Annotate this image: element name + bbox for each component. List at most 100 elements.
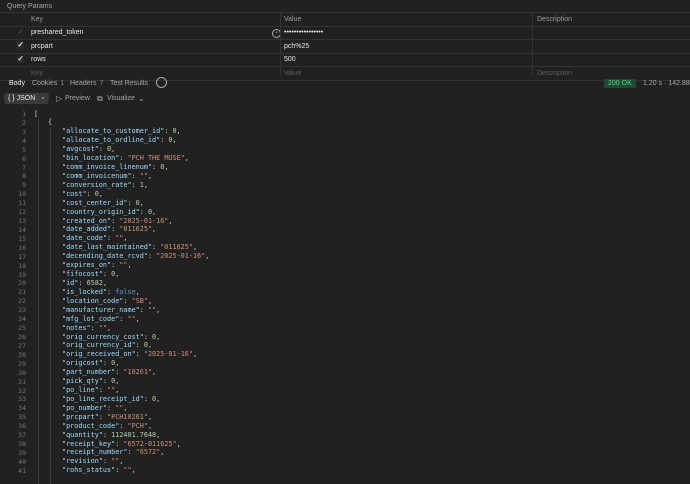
history-icon[interactable] — [156, 77, 167, 88]
json-value: "2025-01-16" — [143, 350, 193, 359]
json-key: "origcost" — [62, 359, 103, 368]
new-key-input[interactable]: Key — [31, 70, 271, 77]
param-key[interactable]: prcpart — [31, 43, 271, 50]
format-dropdown[interactable]: { } JSON ⌄ — [4, 93, 49, 104]
json-value: "" — [123, 466, 132, 475]
line-number: 11 — [18, 199, 26, 208]
json-line: "date_last_maintained": "011625", — [62, 243, 198, 252]
indent-guide — [50, 128, 51, 484]
json-key: "allocate_to_customer_id" — [62, 127, 165, 136]
play-icon: ▷ — [56, 94, 63, 103]
tab-headers[interactable]: Headers 7 — [70, 80, 103, 87]
json-value: 0 — [111, 270, 116, 279]
json-key: "receipt_key" — [62, 439, 116, 448]
json-value: 0 — [107, 145, 112, 154]
json-key: "revision" — [62, 457, 103, 466]
json-line: { — [48, 118, 53, 127]
preview-button[interactable]: Preview — [65, 95, 90, 102]
json-value: "6572-011625" — [123, 439, 177, 448]
param-checkbox-rows[interactable] — [17, 54, 24, 63]
json-line: "id": 6582, — [62, 278, 108, 287]
json-line: "orig_currency_id": 0, — [62, 341, 153, 350]
json-key: "date_code" — [62, 234, 108, 243]
param-row-prcpart[interactable]: prcpart pch%25 — [0, 39, 690, 53]
line-number: 19 — [18, 270, 26, 279]
response-tabs: Body Cookies 1 Headers 7 Test Results 200 … — [0, 77, 690, 89]
param-checkbox-preshared-token[interactable] — [17, 27, 24, 36]
line-number: 17 — [18, 252, 26, 261]
json-value: "PCH10261" — [107, 412, 148, 421]
json-value: "PCH" — [127, 421, 148, 430]
json-key: "product_code" — [62, 421, 120, 430]
json-value: "PCH THE MUSE" — [127, 154, 185, 163]
json-line: "part_number": "10261", — [62, 368, 157, 377]
param-key[interactable]: rows — [31, 56, 271, 63]
params-header-row: Key Value Description — [0, 12, 690, 26]
line-number: 5 — [22, 145, 26, 154]
tab-body[interactable]: Body — [9, 80, 25, 87]
json-line: "notes": "", — [62, 323, 112, 332]
value-column-header: Value — [284, 15, 302, 23]
visualize-button[interactable]: Visualize — [107, 95, 135, 102]
line-number: 32 — [18, 386, 26, 395]
json-key: "date_last_maintained" — [62, 243, 153, 252]
param-checkbox-prcpart[interactable] — [17, 40, 24, 49]
json-value: "SB" — [131, 296, 148, 305]
param-row-rows[interactable]: rows 500 — [0, 52, 690, 67]
json-key: "location_code" — [62, 296, 124, 305]
json-key: "cost_center_id" — [62, 198, 128, 207]
json-line: "mfg_lot_code": "", — [62, 314, 140, 323]
param-value[interactable]: •••••••••••••••• — [284, 29, 524, 36]
line-number: 15 — [18, 234, 26, 243]
json-line: "allocate_to_customer_id": 0, — [62, 127, 181, 136]
query-params-title: Query Params — [7, 3, 53, 10]
param-row-preshared-token[interactable]: preshared_token • •••••••••••••••• — [0, 25, 690, 40]
line-number: 27 — [18, 341, 26, 350]
line-number: 21 — [18, 288, 26, 297]
line-number: 12 — [18, 208, 26, 217]
json-value: 0 — [94, 189, 99, 198]
param-value[interactable]: 500 — [284, 56, 524, 63]
new-value-input[interactable]: Value — [284, 70, 524, 77]
json-key: "pick_qty" — [62, 377, 103, 386]
line-number: 24 — [18, 315, 26, 324]
json-value: "" — [111, 457, 120, 466]
json-viewer[interactable]: 1 [2 {3 "allocate_to_customer_id": 0, 4 "allo… — [0, 107, 690, 484]
chevron-down-icon[interactable]: ⌄ — [138, 94, 145, 103]
json-key: "expires_on" — [62, 261, 112, 270]
json-key: "bin_location" — [62, 154, 120, 163]
json-value: "" — [127, 314, 136, 323]
json-key: "receipt_number" — [62, 448, 128, 457]
line-number: 8 — [22, 172, 26, 181]
json-value: "" — [147, 305, 157, 314]
column-divider — [532, 12, 533, 76]
json-line: "date_added": "011625", — [62, 225, 157, 234]
response-size: 142.88 — [668, 80, 690, 87]
json-value: 0 — [135, 198, 140, 207]
new-description-input[interactable]: Description — [537, 70, 572, 77]
line-number: 26 — [18, 333, 26, 341]
json-value: 0 — [143, 341, 148, 350]
tab-cookies[interactable]: Cookies 1 — [32, 80, 64, 87]
json-key: "po_line" — [62, 386, 99, 395]
line-number: 3 — [22, 127, 26, 136]
json-value: 0 — [160, 163, 165, 172]
line-number: 4 — [22, 136, 26, 145]
response-time: 1.20 s — [643, 80, 663, 87]
tab-test-results[interactable]: Test Results — [110, 80, 148, 87]
json-value: 112401.7648 — [111, 430, 157, 439]
json-key: "created_on" — [62, 216, 112, 225]
line-number: 30 — [18, 368, 26, 377]
json-line: "expires_on": "", — [62, 261, 132, 270]
json-value: 0 — [152, 332, 157, 341]
response-toolbar: { } JSON ⌄ ▷ Preview ⧉ Visualize ⌄ — [0, 92, 690, 106]
param-value[interactable]: pch%25 — [284, 43, 524, 50]
json-key: "orig_received_on" — [62, 350, 136, 359]
line-number: 2 — [22, 118, 26, 127]
param-key[interactable]: preshared_token — [31, 29, 271, 36]
line-number: 34 — [18, 404, 26, 413]
indent-guide — [38, 119, 39, 484]
line-number: 41 — [18, 466, 26, 475]
line-number: 13 — [18, 217, 26, 226]
json-line: "location_code": "SB", — [62, 296, 153, 305]
